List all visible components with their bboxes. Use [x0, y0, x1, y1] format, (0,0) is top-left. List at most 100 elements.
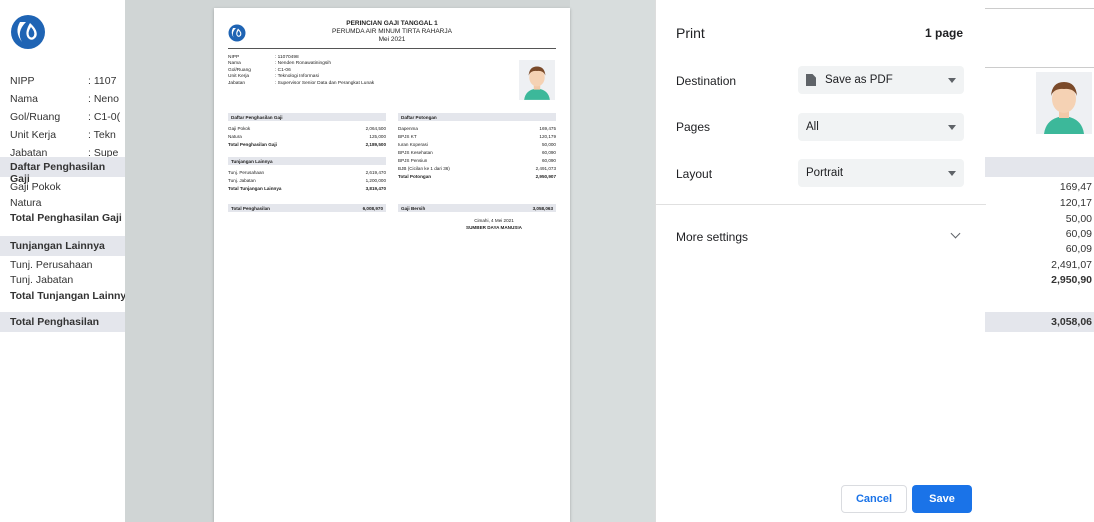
slip-row: Iuran Koperasi 50,000	[398, 142, 556, 147]
row-value: 2,950,907	[535, 174, 556, 179]
more-settings-toggle[interactable]: More settings	[676, 230, 748, 244]
row-label: Iuran Koperasi	[398, 142, 428, 147]
slip-row-total: Total Tunjangan Lainnya 3,819,470	[228, 186, 386, 191]
panel-divider	[656, 204, 986, 205]
row-value: 125,000	[369, 134, 386, 139]
water-drop-logo-icon	[11, 15, 45, 49]
info-value: : C1-0(	[88, 111, 121, 123]
print-preview-area[interactable]: PERINCIAN GAJI TANGGAL 1 PERUMDA AIR MIN…	[125, 0, 655, 522]
destination-select[interactable]: Save as PDF	[798, 66, 964, 94]
slip-row: Gaji Pokok 2,064,500	[228, 126, 386, 131]
pages-value: All	[806, 121, 819, 133]
row-label: Total Penghasilan	[231, 205, 270, 211]
bg-deduction-value: 169,47	[1059, 181, 1092, 193]
row-value: 169,475	[539, 126, 556, 131]
bg-gaji-pokok: Gaji Pokok	[10, 181, 61, 193]
row-label: BPJS Pensiun	[398, 158, 428, 163]
slip-row: Dapenma 169,475	[398, 126, 556, 131]
layout-select[interactable]: Portrait	[798, 159, 964, 187]
bg-divider	[985, 8, 1094, 9]
person-avatar-icon	[1044, 82, 1084, 134]
slip-row: BPJS Kesehatan 60,090	[398, 150, 556, 155]
slip-row: Natura 125,000	[228, 134, 386, 139]
slip-title: PERINCIAN GAJI TANGGAL 1	[346, 20, 438, 27]
info-label: Nama	[10, 93, 39, 105]
person-avatar-icon	[524, 66, 550, 100]
slip-rule	[228, 48, 556, 49]
bg-avatar	[1036, 72, 1092, 134]
slip-period: Mei 2021	[378, 36, 406, 43]
slip-row: BJB (Cicilan ke 1 dari 36) 2,491,073	[398, 166, 556, 171]
save-button[interactable]: Save	[912, 485, 972, 513]
slip-avatar	[519, 60, 555, 100]
slip-row-total: Total Penghasilan Gaji 2,189,500	[228, 142, 386, 147]
layout-label: Layout	[676, 167, 713, 181]
row-label: Total Potongan	[398, 174, 432, 179]
bg-natura: Natura	[10, 197, 42, 209]
row-value: 2,491,073	[535, 166, 556, 171]
slip-row: Tunj. Perusahaan 2,619,470	[228, 170, 386, 175]
destination-value: Save as PDF	[825, 74, 893, 86]
slip-allowance-header: Tunjangan Lainnya	[228, 157, 386, 165]
slip-deduction-header: Daftar Potongan	[398, 113, 556, 121]
row-value: 2,189,500	[365, 142, 386, 147]
row-value: 60,090	[541, 158, 556, 163]
slip-row-total: Total Potongan 2,950,907	[398, 174, 556, 179]
info-label: Gol/Ruang	[10, 111, 61, 123]
print-settings-panel: Print 1 page Destination Save as PDF Pag…	[655, 0, 986, 522]
row-label: Tunj. Perusahaan	[228, 170, 265, 175]
preview-page: PERINCIAN GAJI TANGGAL 1 PERUMDA AIR MIN…	[214, 8, 570, 522]
bg-right-band	[985, 157, 1094, 177]
info-value: : Neno	[88, 93, 119, 105]
row-label: BPJS Kesehatan	[398, 150, 433, 155]
bg-deduction-value: 60,09	[1065, 243, 1092, 255]
slip-gross-total: Total Penghasilan 6,008,970	[228, 204, 386, 212]
row-label: BPJS KT	[398, 134, 417, 139]
bg-allowance-header: Tunjangan Lainnya	[0, 236, 125, 256]
destination-label: Destination	[676, 74, 737, 88]
bg-tunj-jabatan: Tunj. Jabatan	[10, 274, 74, 286]
bg-deduction-value: 120,17	[1059, 197, 1092, 209]
slip-row: Tunj. Jabatan 1,200,000	[228, 178, 386, 183]
row-value: 2,619,470	[365, 170, 386, 175]
bg-income-header: Daftar Penghasilan Gaji	[0, 157, 125, 185]
row-label: Total Penghasilan Gaji	[228, 142, 277, 147]
row-value: 120,179	[539, 134, 556, 139]
bg-deduction-value: 50,00	[1065, 213, 1092, 225]
slip-sign-dept: SUMBER DAYA MANUSIA	[466, 225, 522, 230]
bg-total-income: Total Penghasilan Gaji	[10, 212, 122, 224]
row-value: 60,090	[541, 150, 556, 155]
slip-row: BPJS Pensiun 60,090	[398, 158, 556, 163]
caret-down-icon	[948, 170, 956, 176]
pages-select[interactable]: All	[798, 113, 964, 141]
row-value: 3,819,470	[365, 186, 386, 191]
print-title: Print	[676, 25, 705, 41]
row-label: BJB (Cicilan ke 1 dari 36)	[398, 166, 450, 171]
row-value: 6,008,970	[362, 205, 383, 211]
cancel-button[interactable]: Cancel	[841, 485, 907, 513]
info-value: : Tekn	[88, 129, 116, 141]
info-label: Unit Kerja	[10, 129, 57, 141]
info-value: : Supervisor Senior Data dan Perangkat L…	[275, 80, 375, 86]
caret-down-icon	[948, 77, 956, 83]
pages-label: Pages	[676, 120, 711, 134]
bg-employee-info: NIPP: 1107 Nama: Neno Gol/Ruang: C1-0( U…	[10, 72, 120, 162]
info-label: NIPP	[10, 75, 35, 87]
bg-tunj-perusahaan: Tunj. Perusahaan	[10, 259, 93, 271]
layout-value: Portrait	[806, 167, 844, 179]
bg-net-total: 3,058,06	[1051, 316, 1092, 328]
slip-income-header: Daftar Penghasilan Gaji	[228, 113, 386, 121]
slip-sign-place: Cimahi, 4 Mei 2021	[474, 218, 514, 223]
bg-deduction-total: 2,950,90	[1051, 274, 1092, 286]
row-value: 1,200,000	[365, 178, 386, 183]
row-label: Natura	[228, 134, 242, 139]
row-label: Gaji Bersih	[401, 205, 426, 211]
row-label: Dapenma	[398, 126, 418, 131]
slip-employee-info: NIPP: 11070498 Nama: Nenden Ronawatining…	[228, 55, 374, 87]
slip-row: BPJS KT 120,179	[398, 134, 556, 139]
info-label: Jabatan	[228, 80, 246, 86]
slip-net-salary: Gaji Bersih 3,058,063	[398, 204, 556, 212]
chevron-down-icon[interactable]	[950, 228, 961, 239]
slip-company: PERUMDA AIR MINUM TIRTA RAHARJA	[332, 28, 452, 35]
document-icon	[806, 74, 816, 86]
